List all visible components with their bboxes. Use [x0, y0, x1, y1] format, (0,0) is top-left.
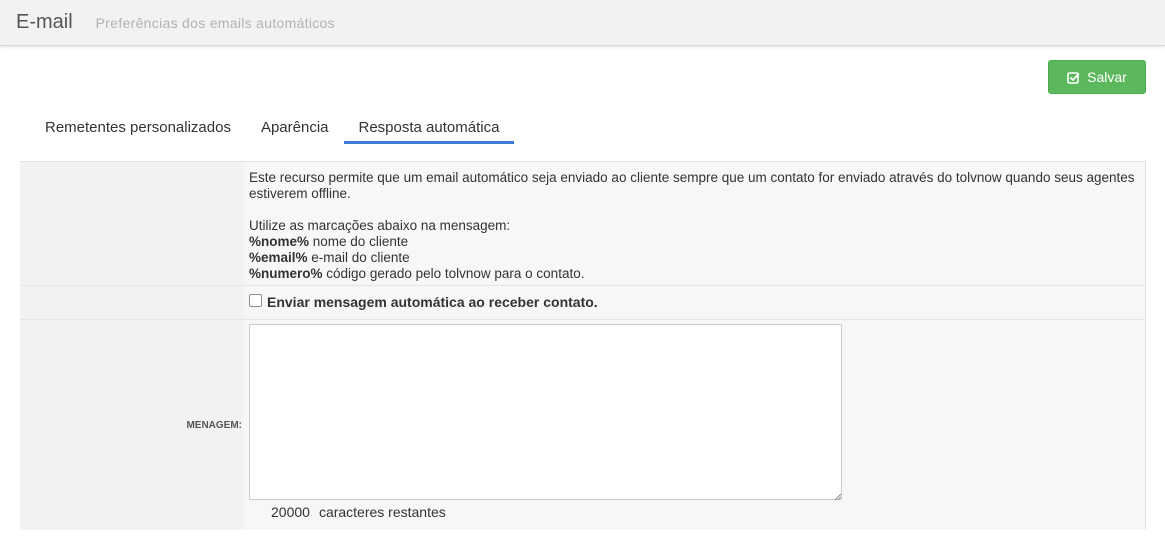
auto-reply-checkbox[interactable] [249, 293, 262, 307]
marker-tag: %email% [249, 250, 308, 265]
marker-numero: %numero% código gerado pelo tolvnow para… [249, 266, 1139, 282]
checkbox-row: Enviar mensagem automática ao receber co… [20, 286, 1145, 320]
tab-aparencia[interactable]: Aparência [246, 112, 344, 144]
char-counter: 20000 caracteres restantes [271, 504, 446, 520]
message-textarea[interactable] [249, 324, 842, 500]
marker-tag: %numero% [249, 266, 323, 281]
char-remaining-label: caracteres restantes [318, 504, 446, 520]
auto-reply-checkbox-line[interactable]: Enviar mensagem automática ao receber co… [249, 293, 598, 310]
page-header: E-mail Preferências dos emails automátic… [0, 0, 1165, 46]
markers-intro: Utilize as marcações abaixo na mensagem: [249, 218, 511, 233]
page-title: E-mail [16, 11, 73, 33]
tab-bar: Remetentes personalizados Aparência Resp… [30, 112, 515, 144]
marker-desc: código gerado pelo tolvnow para o contat… [326, 266, 585, 281]
marker-desc: e-mail do cliente [311, 250, 410, 265]
feature-description: Este recurso permite que um email automá… [249, 170, 1135, 201]
message-label: MENAGEM: [20, 320, 244, 530]
auto-reply-form: Este recurso permite que um email automá… [20, 161, 1146, 530]
marker-nome: %nome% nome do cliente [249, 234, 1139, 250]
info-label-cell [20, 162, 244, 285]
tab-remetentes-personalizados[interactable]: Remetentes personalizados [30, 112, 246, 144]
check-square-icon [1067, 71, 1080, 84]
tab-resposta-automatica[interactable]: Resposta automática [343, 112, 515, 144]
char-remaining-count: 20000 [271, 504, 310, 520]
page-subtitle: Preferências dos emails automáticos [95, 14, 335, 31]
marker-email: %email% e-mail do cliente [249, 250, 1139, 266]
marker-tag: %nome% [249, 234, 310, 249]
auto-reply-checkbox-label: Enviar mensagem automática ao receber co… [267, 294, 598, 310]
message-row: MENAGEM: 20000 caracteres restantes [20, 320, 1145, 530]
resize-grip-icon[interactable] [834, 493, 842, 501]
save-button[interactable]: Salvar [1048, 60, 1146, 94]
save-button-label: Salvar [1087, 69, 1127, 85]
info-text: Este recurso permite que um email automá… [249, 170, 1139, 282]
marker-desc: nome do cliente [312, 234, 409, 249]
info-row: Este recurso permite que um email automá… [20, 162, 1145, 286]
